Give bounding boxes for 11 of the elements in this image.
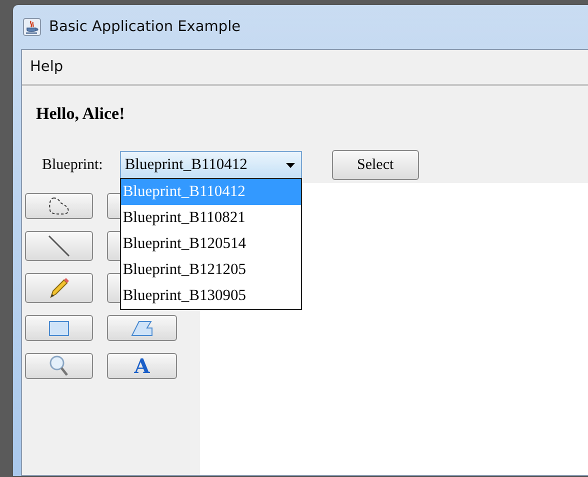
menu-item[interactable]: Help xyxy=(30,59,64,75)
select-button[interactable]: Select xyxy=(332,150,419,180)
text-tool-glyph: A xyxy=(134,356,150,376)
dropdown-option[interactable]: Blueprint_B110821 xyxy=(120,205,301,231)
tool-button[interactable]: A xyxy=(107,353,177,379)
dropdown-option[interactable]: Blueprint_B130905 xyxy=(120,283,301,309)
blueprint-label: Blueprint: xyxy=(42,156,103,174)
dropdown-option[interactable]: Blueprint_B121205 xyxy=(120,257,301,283)
window-title: Basic Application Example xyxy=(49,19,241,35)
dropdown-option[interactable]: Blueprint_B120514 xyxy=(120,231,301,257)
greeting: Hello, Alice! xyxy=(36,104,126,124)
